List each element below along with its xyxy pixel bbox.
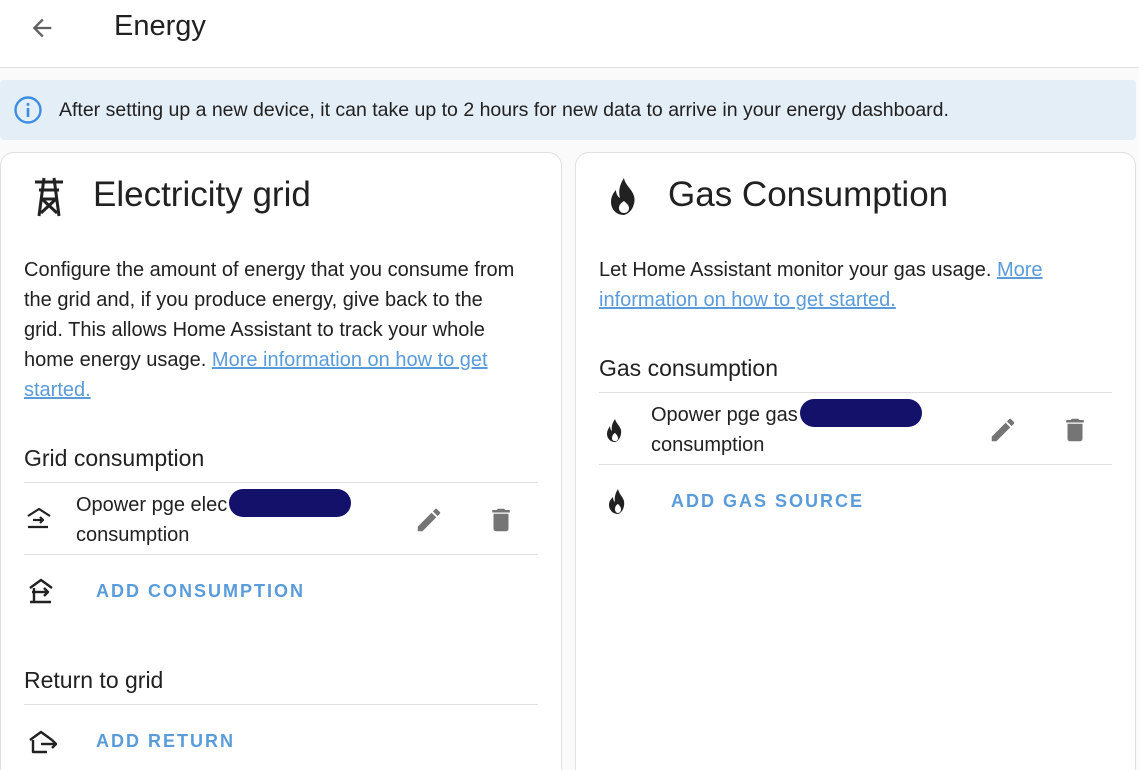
source-name-prefix: Opower pge gas (651, 404, 798, 426)
return-to-grid-title: Return to grid (24, 667, 164, 693)
pencil-icon (991, 418, 1015, 442)
divider (24, 482, 538, 483)
arrow-left-icon (32, 18, 52, 38)
divider (599, 392, 1112, 393)
electricity-grid-card: Electricity grid Configure the amount of… (0, 152, 562, 770)
divider (24, 704, 538, 705)
source-name-suffix: consumption (76, 524, 190, 546)
trash-icon (1066, 418, 1084, 442)
back-button[interactable] (22, 8, 62, 48)
top-app-bar: Energy (0, 0, 1139, 68)
page-title: Energy (114, 10, 206, 42)
edit-grid-consumption-button[interactable] (409, 500, 449, 540)
transmission-tower-export-icon (29, 730, 57, 754)
redaction-mark (799, 398, 922, 427)
gas-description-text: Let Home Assistant monitor your gas usag… (599, 259, 992, 281)
info-banner-text: After setting up a new device, it can ta… (59, 99, 949, 121)
delete-gas-consumption-button[interactable] (1055, 410, 1095, 450)
gas-consumption-card: Gas Consumption Let Home Assistant monit… (575, 152, 1136, 770)
info-circle-icon (14, 96, 42, 124)
gas-consumption-title: Gas consumption (599, 355, 778, 381)
info-banner: After setting up a new device, it can ta… (0, 80, 1136, 140)
redaction-mark (229, 488, 352, 517)
grid-consumption-source-name: Opower pge elec consumption (76, 488, 352, 550)
add-return-button[interactable]: ADD RETURN (96, 729, 235, 753)
add-gas-source-button[interactable]: ADD GAS SOURCE (671, 489, 864, 513)
divider (24, 554, 538, 555)
source-name-suffix: consumption (651, 434, 765, 456)
fire-icon (607, 419, 622, 442)
add-consumption-button[interactable]: ADD CONSUMPTION (96, 579, 305, 603)
pencil-icon (417, 508, 441, 532)
gas-consumption-source-name: Opower pge gas consumption (651, 398, 922, 460)
trash-icon (492, 508, 510, 532)
gas-description: Let Home Assistant monitor your gas usag… (599, 255, 1099, 315)
transmission-tower-import-icon (27, 507, 51, 529)
delete-grid-consumption-button[interactable] (481, 500, 521, 540)
divider (599, 464, 1112, 465)
fire-icon (611, 178, 635, 215)
gas-consumption-card-title: Gas Consumption (668, 175, 949, 214)
transmission-tower-import-icon (29, 578, 53, 604)
edit-gas-consumption-button[interactable] (983, 410, 1023, 450)
electricity-grid-title: Electricity grid (93, 175, 311, 214)
source-name-prefix: Opower pge elec (76, 494, 228, 516)
electricity-grid-description: Configure the amount of energy that you … (24, 255, 524, 405)
transmission-tower-icon (35, 177, 63, 217)
grid-consumption-title: Grid consumption (24, 445, 205, 471)
fire-icon (609, 489, 625, 514)
